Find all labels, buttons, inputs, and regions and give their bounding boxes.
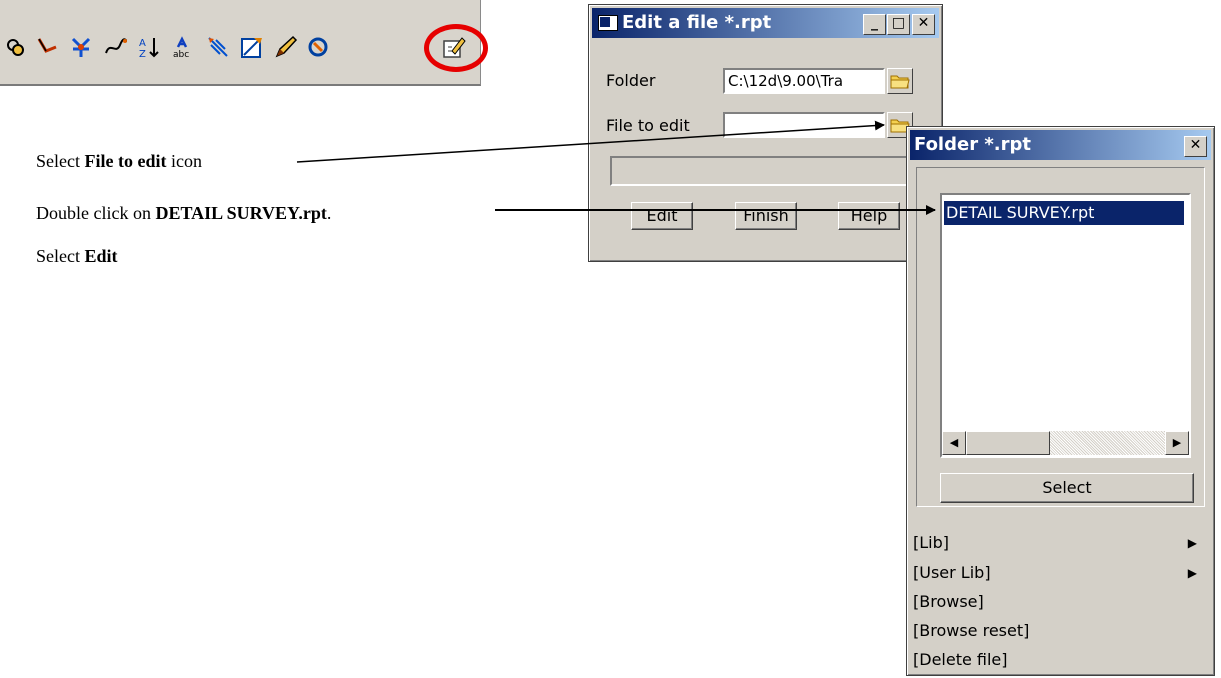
minimize-button[interactable]: _ [863, 14, 886, 35]
menu-item-lib[interactable]: [Lib] ▶ [913, 531, 1203, 555]
close-button[interactable]: ✕ [912, 14, 935, 35]
message-bar [610, 156, 920, 186]
sort-az-icon[interactable]: AZ [138, 35, 162, 59]
horizontal-scrollbar[interactable]: ◀ ▶ [942, 431, 1189, 455]
scroll-right-button[interactable]: ▶ [1165, 431, 1189, 455]
maximize-button[interactable]: □ [887, 14, 910, 35]
menu-item-user-lib[interactable]: [User Lib] ▶ [913, 561, 1203, 585]
highlight-circle [424, 24, 488, 72]
instruction-step-2: Double click on DETAIL SURVEY.rpt. [36, 203, 332, 223]
finish-button[interactable]: Finish [735, 202, 797, 230]
folder-browse-button[interactable] [887, 68, 913, 94]
folder-label: Folder [606, 71, 656, 90]
instruction-step-1: Select File to edit icon [36, 151, 202, 171]
menu-item-browse-reset[interactable]: [Browse reset] [913, 619, 1203, 643]
select-button[interactable]: Select [940, 473, 1194, 503]
toolbar-icon-8[interactable] [240, 35, 264, 59]
svg-text:abc: abc [173, 50, 189, 59]
file-to-edit-label: File to edit [606, 116, 690, 135]
folder-field[interactable]: C:\12d\9.00\Tra [723, 68, 885, 94]
edit-dialog-titlebar[interactable]: Edit a file *.rpt _ □ ✕ [592, 8, 939, 38]
folder-icon [890, 75, 910, 89]
toolbar-icon-7[interactable] [206, 35, 230, 59]
file-list[interactable]: DETAIL SURVEY.rpt [940, 193, 1191, 458]
spell-check-icon[interactable]: abc [172, 35, 196, 59]
scroll-left-button[interactable]: ◀ [942, 431, 966, 455]
folder-popup-titlebar[interactable]: Folder *.rpt ✕ [910, 130, 1211, 160]
svg-text:Z: Z [139, 49, 146, 59]
edit-file-dialog: Edit a file *.rpt _ □ ✕ Folder C:\12d\9.… [588, 4, 943, 262]
toolbar-icon-1[interactable] [4, 35, 28, 59]
menu-item-browse[interactable]: [Browse] [913, 590, 1203, 614]
toolbar-icon-4[interactable] [104, 35, 128, 59]
submenu-arrow-icon: ▶ [1187, 566, 1197, 580]
menu-item-delete-file[interactable]: [Delete file] [913, 648, 1203, 672]
help-button[interactable]: Help [838, 202, 900, 230]
pencil-icon[interactable] [274, 35, 298, 59]
svg-text:A: A [139, 38, 146, 49]
file-to-edit-field[interactable] [723, 112, 885, 138]
submenu-arrow-icon: ▶ [1187, 536, 1197, 550]
instruction-step-3: Select Edit [36, 246, 118, 266]
toolbar-icon-3[interactable] [69, 35, 93, 59]
list-item[interactable]: DETAIL SURVEY.rpt [944, 201, 1184, 225]
toolbar: AZ abc [0, 0, 481, 86]
folder-popup-title: Folder *.rpt [914, 134, 1031, 155]
folder-popup-close-button[interactable]: ✕ [1184, 136, 1207, 157]
edit-dialog-title: Edit a file *.rpt [622, 12, 772, 33]
toolbar-icon-10[interactable] [306, 35, 330, 59]
scroll-track[interactable] [1050, 431, 1165, 455]
scroll-thumb[interactable] [966, 431, 1050, 455]
edit-button[interactable]: Edit [631, 202, 693, 230]
app-icon [598, 15, 618, 31]
toolbar-icon-2[interactable] [36, 35, 60, 59]
folder-popup: Folder *.rpt ✕ DETAIL SURVEY.rpt ◀ ▶ Sel… [906, 126, 1215, 676]
